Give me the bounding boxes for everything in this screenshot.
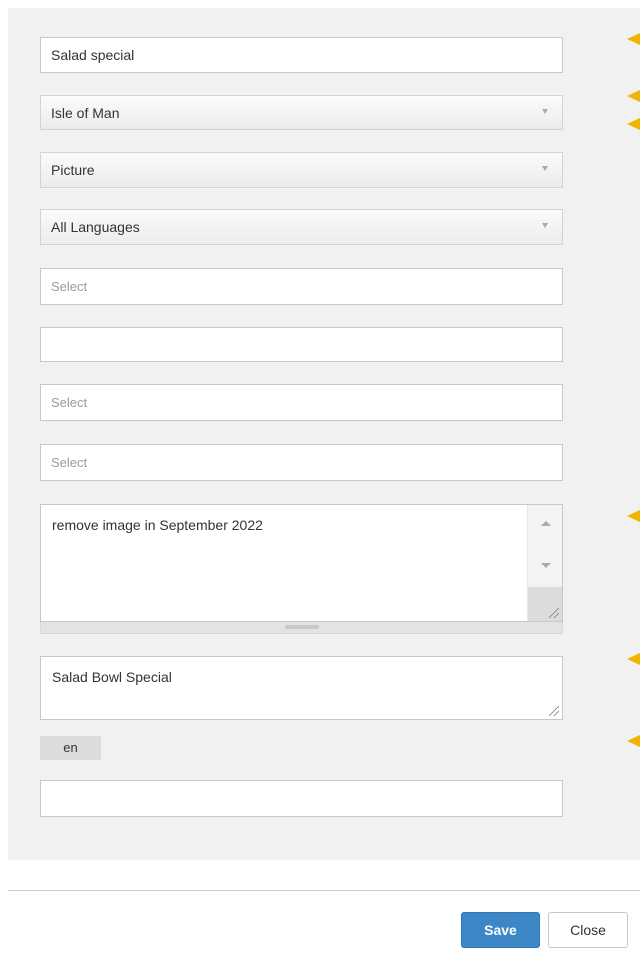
triangle-left-icon xyxy=(627,653,640,665)
select-field-1-placeholder: Select xyxy=(51,279,88,294)
footer-divider xyxy=(8,890,640,891)
notes-scrollbar[interactable] xyxy=(527,505,562,621)
title-textarea-value: Salad Bowl Special xyxy=(52,669,172,685)
blank-input[interactable] xyxy=(40,327,563,362)
resize-grip-icon[interactable] xyxy=(549,706,559,716)
chevron-down-icon xyxy=(542,166,548,171)
select-field-3[interactable]: Select xyxy=(40,444,563,481)
resize-grip-icon[interactable] xyxy=(549,608,559,618)
scroll-down-icon[interactable] xyxy=(541,563,551,568)
form-panel xyxy=(8,8,640,860)
notes-textarea[interactable]: remove image in September 2022 xyxy=(40,504,563,622)
triangle-left-icon xyxy=(627,510,640,522)
triangle-left-icon xyxy=(627,90,640,102)
select-field-1[interactable]: Select xyxy=(40,268,563,305)
resize-handle[interactable] xyxy=(285,625,319,629)
chevron-down-icon xyxy=(542,223,548,228)
select-field-3-placeholder: Select xyxy=(51,455,88,470)
language-select[interactable]: All Languages xyxy=(40,209,563,245)
type-select[interactable]: Picture xyxy=(40,152,563,188)
select-field-2-placeholder: Select xyxy=(51,395,88,410)
scroll-up-icon[interactable] xyxy=(541,521,551,526)
triangle-left-icon xyxy=(627,33,640,45)
type-select-value: Picture xyxy=(51,162,95,178)
title-textarea[interactable]: Salad Bowl Special xyxy=(40,656,563,720)
close-button[interactable]: Close xyxy=(548,912,628,948)
notes-textarea-value: remove image in September 2022 xyxy=(52,517,263,533)
scroll-corner xyxy=(528,587,562,621)
name-input[interactable]: Salad special xyxy=(40,37,563,73)
select-field-2[interactable]: Select xyxy=(40,384,563,421)
triangle-left-icon xyxy=(627,735,640,747)
language-select-value: All Languages xyxy=(51,219,140,235)
country-select-value: Isle of Man xyxy=(51,105,120,121)
triangle-left-icon xyxy=(627,118,640,130)
name-input-value: Salad special xyxy=(51,47,135,63)
chevron-down-icon xyxy=(542,109,548,114)
last-input[interactable] xyxy=(40,780,563,817)
language-tag[interactable]: en xyxy=(40,736,101,760)
notes-resize-bar[interactable] xyxy=(40,622,563,634)
save-button[interactable]: Save xyxy=(461,912,540,948)
country-select[interactable]: Isle of Man xyxy=(40,95,563,130)
